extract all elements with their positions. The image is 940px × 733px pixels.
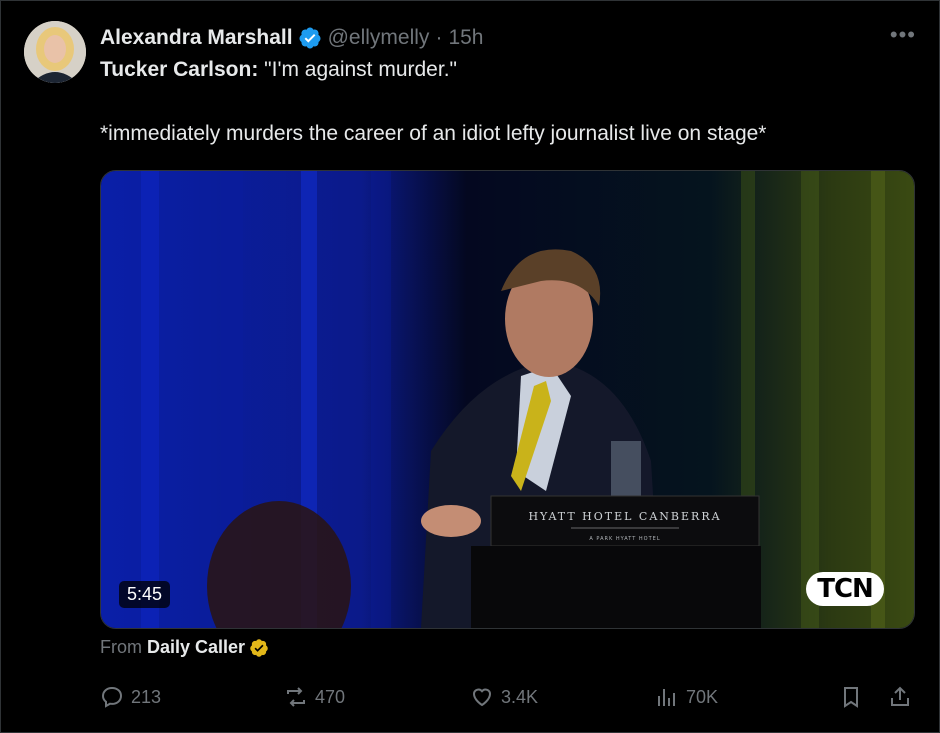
views-button[interactable]: 70K	[655, 683, 718, 711]
like-button[interactable]: 3.4K	[470, 683, 538, 711]
separator-dot: ·	[435, 26, 443, 49]
quote-speaker: Tucker Carlson:	[100, 58, 259, 81]
reply-count: 213	[131, 686, 162, 707]
verified-org-badge-icon	[250, 638, 268, 657]
views-chart-icon	[658, 689, 675, 706]
repost-icon	[287, 687, 305, 707]
quote-text: "I'm against murder."	[258, 58, 457, 81]
post-text-line-1: Tucker Carlson: "I'm against murder."	[100, 58, 457, 82]
verified-badge-icon	[299, 27, 321, 49]
podium-text: HYATT HOTEL CANBERRA	[528, 510, 721, 523]
video-duration: 5:45	[119, 581, 171, 608]
post-header: Alexandra Marshall @ellymelly · 15h	[100, 24, 483, 52]
source-prefix: From	[100, 637, 142, 657]
bookmark-icon	[844, 687, 858, 708]
reply-button[interactable]: 213	[100, 683, 161, 711]
podium-subtext: A PARK HYATT HOTEL	[589, 536, 660, 542]
like-count: 3.4K	[501, 686, 539, 707]
user-handle[interactable]: @ellymelly	[328, 26, 430, 50]
display-name[interactable]: Alexandra Marshall	[100, 26, 293, 50]
repost-count: 470	[315, 686, 346, 707]
video-player[interactable]: HYATT HOTEL CANBERRA A PARK HYATT HOTEL …	[100, 170, 915, 629]
share-icon	[891, 686, 909, 706]
avatar[interactable]	[24, 21, 86, 83]
post-time[interactable]: 15h	[448, 26, 483, 50]
post-text-line-2: *immediately murders the career of an id…	[100, 122, 767, 145]
tcn-watermark: TCN	[806, 572, 884, 606]
bookmark-button[interactable]	[839, 683, 870, 711]
repost-button[interactable]: 470	[284, 683, 345, 711]
video-thumbnail: HYATT HOTEL CANBERRA A PARK HYATT HOTEL	[101, 171, 914, 628]
source-name[interactable]: Daily Caller	[147, 637, 245, 658]
heart-icon	[472, 688, 492, 707]
share-button[interactable]	[888, 683, 919, 711]
more-horizontal-icon[interactable]: •••	[890, 22, 916, 48]
action-bar: 213 470 3.4K 70K	[100, 683, 915, 711]
reply-icon	[101, 686, 123, 708]
view-count: 70K	[686, 686, 719, 707]
source-attribution: From Daily Caller	[100, 637, 269, 658]
